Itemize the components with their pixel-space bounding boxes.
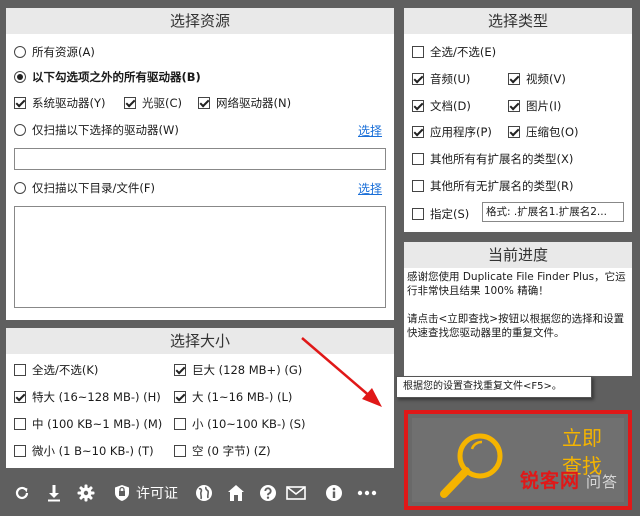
find-now-highlight: 立即 查找 xyxy=(404,410,632,510)
watermark-sub: 问答 xyxy=(586,473,619,491)
magnifier-icon xyxy=(440,433,503,498)
watermark-main: 锐客网 xyxy=(520,470,581,492)
find-now-label-line1: 立即 xyxy=(562,426,602,450)
watermark: 锐客网 问答 xyxy=(520,466,618,493)
find-now-tooltip: 根据您的设置查找重复文件<F5>。 xyxy=(396,376,592,398)
